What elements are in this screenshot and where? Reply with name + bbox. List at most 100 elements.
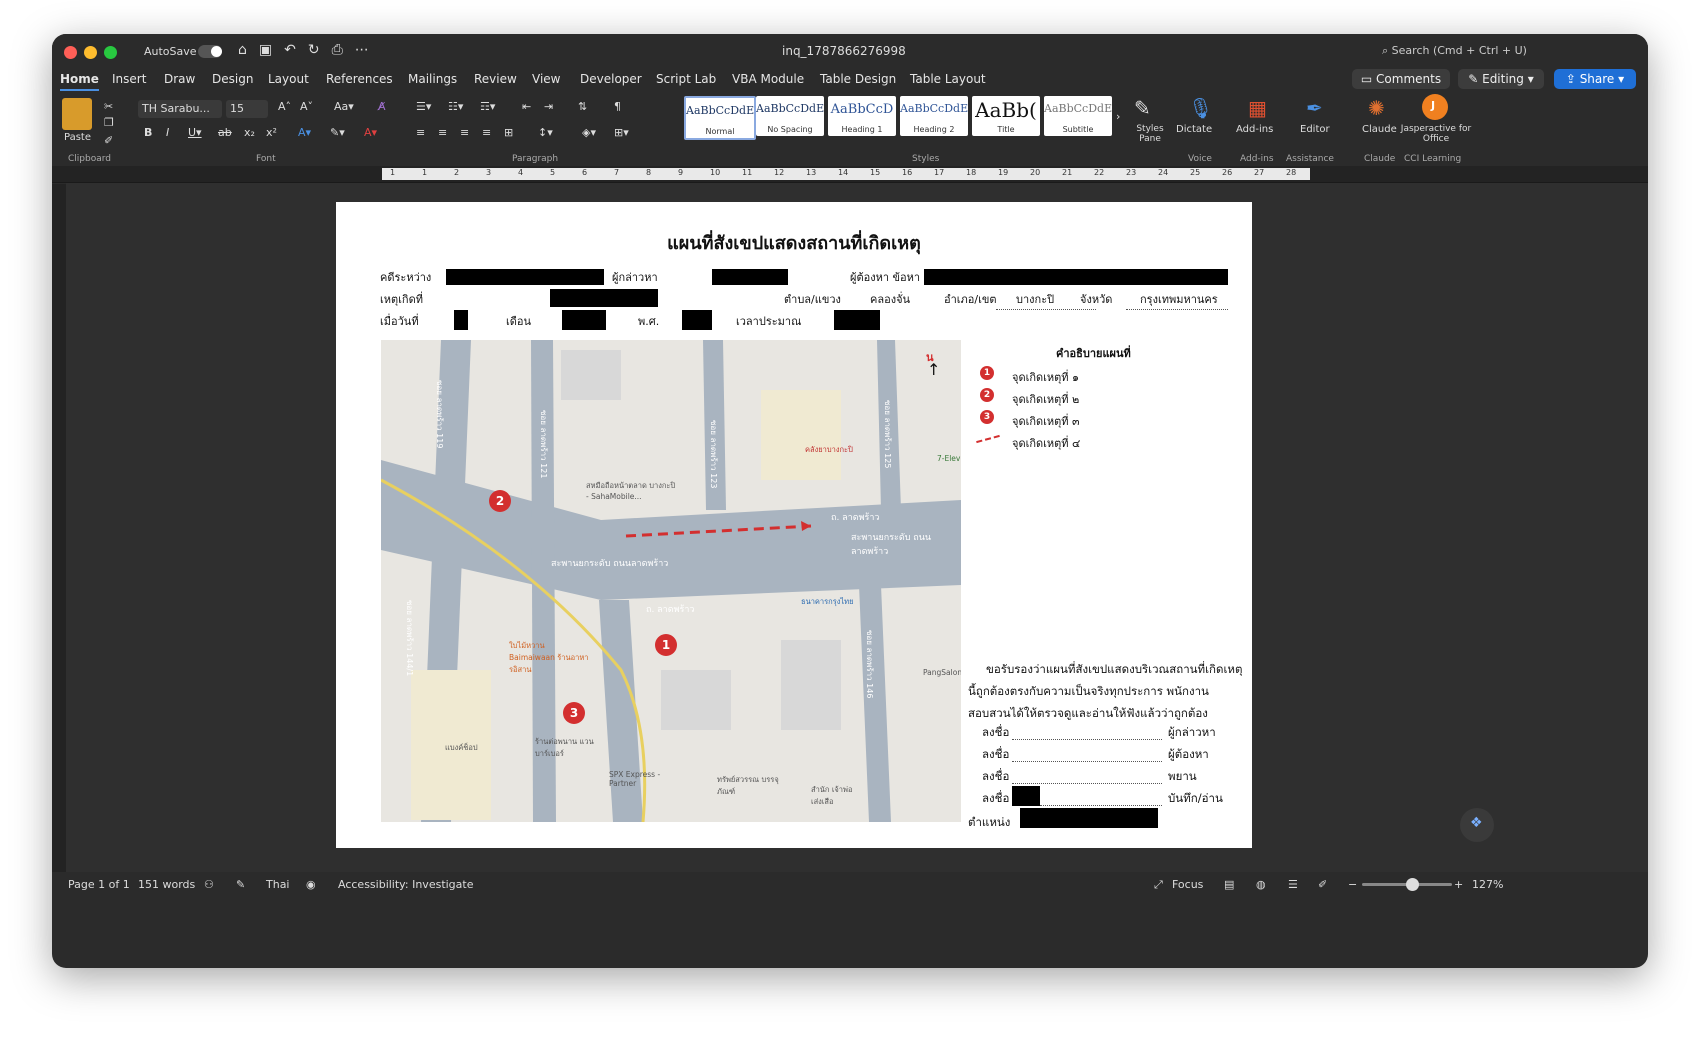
editor-label[interactable]: Editor: [1300, 124, 1330, 135]
addins-label[interactable]: Add-ins: [1236, 124, 1273, 135]
bold-icon[interactable]: B: [144, 126, 152, 139]
tab-home[interactable]: Home: [60, 72, 99, 91]
copy-icon[interactable]: ❐: [104, 116, 114, 129]
language-label[interactable]: Thai: [266, 878, 290, 891]
page-count[interactable]: Page 1 of 1: [68, 878, 130, 891]
track-changes-icon[interactable]: ⚇: [204, 878, 214, 891]
undo-icon[interactable]: ↶: [284, 42, 296, 58]
increase-indent-icon[interactable]: ⇥: [544, 100, 553, 113]
search-input[interactable]: ⌕ Search (Cmd + Ctrl + U): [1382, 44, 1527, 58]
change-case-icon[interactable]: Aa▾: [334, 100, 354, 113]
focus-icon[interactable]: ⤢: [1154, 878, 1163, 892]
distribute-icon[interactable]: ⊞: [504, 126, 513, 139]
tab-vba-module[interactable]: VBA Module: [732, 72, 804, 86]
tab-developer[interactable]: Developer: [580, 72, 642, 86]
format-painter-icon[interactable]: ✐: [104, 134, 113, 147]
show-formatting-icon[interactable]: ¶: [614, 100, 621, 113]
text-effects-icon[interactable]: A▾: [298, 126, 311, 139]
decrease-indent-icon[interactable]: ⇤: [522, 100, 531, 113]
paste-icon[interactable]: [62, 98, 92, 130]
tab-view[interactable]: View: [532, 72, 560, 86]
style-heading-2[interactable]: AaBbCcDdE Heading 2: [900, 96, 968, 136]
cut-icon[interactable]: ✂: [104, 100, 113, 113]
incident-marker-2[interactable]: 2: [489, 490, 511, 512]
bullets-icon[interactable]: ☰▾: [416, 100, 431, 113]
incident-marker-1[interactable]: 1: [655, 634, 677, 656]
style-title[interactable]: AaBb(Title: [972, 96, 1040, 136]
claude-icon[interactable]: ✺: [1368, 96, 1385, 120]
horizontal-ruler[interactable]: 1 1 2 3 4 5 6 7 8 9 10 11 12 13 14 15 16 17 18 19 20 21 22 23 24…: [52, 166, 1648, 183]
document-page[interactable]: แผนที่สังเขปแสดงสถานที่เกิดเหตุ คดีระหว่…: [336, 202, 1252, 848]
justify-icon[interactable]: ≡: [482, 126, 491, 139]
web-layout-icon[interactable]: ◍: [1256, 878, 1266, 891]
draft-view-icon[interactable]: ✐: [1318, 878, 1327, 891]
print-layout-icon[interactable]: ▤: [1224, 878, 1234, 891]
style-subtitle[interactable]: AaBbCcDdE Subtitle: [1044, 96, 1112, 136]
tab-table-design[interactable]: Table Design: [820, 72, 896, 86]
tab-script-lab[interactable]: Script Lab: [656, 72, 716, 86]
editing-button[interactable]: ✎ Editing ▾: [1458, 69, 1544, 89]
highlight-icon[interactable]: ✎▾: [330, 126, 345, 139]
redo-icon[interactable]: ↻: [308, 42, 320, 58]
share-button[interactable]: ⇪ Share ▾: [1554, 69, 1636, 89]
borders-icon[interactable]: ⊞▾: [614, 126, 629, 139]
save-icon[interactable]: ▣: [259, 42, 272, 58]
style-no-spacing[interactable]: AaBbCcDdEe No Spacing: [756, 96, 824, 136]
copilot-button[interactable]: ❖: [1460, 808, 1494, 842]
tab-references[interactable]: References: [326, 72, 393, 86]
styles-pane-label[interactable]: Styles Pane: [1130, 124, 1170, 144]
numbering-icon[interactable]: ☷▾: [448, 100, 463, 113]
align-center-icon[interactable]: ≡: [438, 126, 447, 139]
addins-icon[interactable]: ▦: [1248, 96, 1267, 120]
multilevel-list-icon[interactable]: ☶▾: [480, 100, 495, 113]
proofing-icon[interactable]: ✎: [236, 878, 245, 891]
sort-icon[interactable]: ⇅: [578, 100, 587, 113]
jasperactive-icon[interactable]: J: [1422, 94, 1448, 120]
outline-view-icon[interactable]: ☰: [1288, 878, 1298, 891]
tab-mailings[interactable]: Mailings: [408, 72, 457, 86]
comments-button[interactable]: ▭ Comments: [1352, 69, 1450, 89]
incident-map[interactable]: ถ. ลาดพร้าว สะพานยกระดับ ถนนลาดพร้าว สะพ…: [381, 340, 961, 822]
more-icon[interactable]: ⋯: [355, 42, 369, 58]
styles-pane-icon[interactable]: ✎: [1134, 96, 1151, 120]
strikethrough-icon[interactable]: ab: [218, 126, 232, 139]
font-color-icon[interactable]: A▾: [364, 126, 377, 139]
zoom-slider-handle[interactable]: [1406, 878, 1419, 891]
vertical-ruler[interactable]: [52, 184, 66, 884]
tab-layout[interactable]: Layout: [268, 72, 309, 86]
jasperactive-label[interactable]: Jasperactive for Office: [1398, 124, 1474, 144]
zoom-window-button[interactable]: [104, 46, 117, 59]
microphone-icon[interactable]: 🎙: [1188, 96, 1213, 120]
tab-draw[interactable]: Draw: [164, 72, 195, 86]
dictate-label[interactable]: Dictate: [1176, 124, 1212, 135]
shading-icon[interactable]: ◈▾: [582, 126, 596, 139]
shrink-font-icon[interactable]: A˅: [300, 100, 313, 113]
underline-icon[interactable]: U▾: [188, 126, 202, 139]
zoom-out-icon[interactable]: −: [1348, 878, 1357, 891]
tab-design[interactable]: Design: [212, 72, 253, 86]
tab-insert[interactable]: Insert: [112, 72, 146, 86]
minimize-window-button[interactable]: [84, 46, 97, 59]
editor-icon[interactable]: ✒: [1306, 96, 1323, 120]
accessibility-status[interactable]: Accessibility: Investigate: [338, 878, 474, 891]
font-size-select[interactable]: 15: [226, 100, 268, 118]
styles-gallery-more-icon[interactable]: ›: [1116, 110, 1120, 123]
tab-table-layout[interactable]: Table Layout: [910, 72, 986, 86]
zoom-slider[interactable]: [1362, 878, 1452, 891]
style-heading-1[interactable]: AaBbCcD Heading 1: [828, 96, 896, 136]
superscript-icon[interactable]: x²: [266, 126, 277, 139]
italic-icon[interactable]: I: [166, 126, 169, 139]
font-name-select[interactable]: TH Sarabu...: [138, 100, 222, 118]
print-icon[interactable]: ⎙: [332, 42, 343, 58]
claude-label[interactable]: Claude: [1362, 124, 1397, 135]
subscript-icon[interactable]: x₂: [244, 126, 255, 139]
document-title[interactable]: inq_1787866276998: [782, 44, 906, 58]
zoom-in-icon[interactable]: +: [1454, 878, 1463, 891]
line-spacing-icon[interactable]: ↕▾: [538, 126, 553, 139]
style-normal[interactable]: AaBbCcDdEe Normal: [684, 96, 756, 140]
autosave-toggle[interactable]: [198, 45, 222, 58]
clear-formatting-icon[interactable]: A̸: [378, 100, 386, 113]
record-icon[interactable]: ◉: [306, 878, 316, 891]
home-icon[interactable]: ⌂: [238, 42, 247, 58]
align-right-icon[interactable]: ≡: [460, 126, 469, 139]
